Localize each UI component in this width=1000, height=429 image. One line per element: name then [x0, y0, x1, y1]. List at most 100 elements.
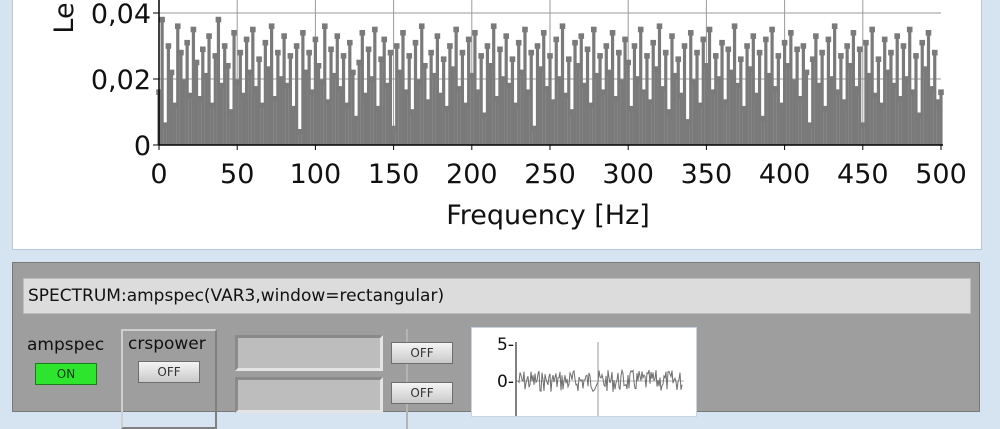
spectrum-bar [226, 65, 230, 145]
spectrum-bar [679, 95, 683, 145]
y-axis-label: Le [49, 2, 80, 33]
spectrum-bar [551, 102, 555, 145]
spectrum-bar [720, 42, 724, 146]
spectrum-bar [223, 46, 227, 145]
spectrum-bar [451, 69, 455, 145]
spectrum-bar [401, 32, 405, 145]
spectrum-bar [698, 105, 702, 145]
spectrum-bar [329, 49, 333, 145]
spectrum-point [597, 53, 603, 59]
spectrum-bar [707, 29, 712, 145]
spectrum-bar [463, 105, 468, 145]
spectrum-point [472, 30, 478, 36]
spectrum-bar [257, 59, 261, 146]
spectrum-bar [539, 69, 543, 145]
spectrum-bar [407, 55, 411, 145]
spectrum-bar [908, 29, 912, 145]
spectrum-point [781, 39, 788, 46]
spectrum-bar [589, 105, 593, 145]
spectrum-point [453, 26, 459, 33]
spectrum-bar [767, 75, 771, 145]
spectrum-point [540, 30, 547, 36]
spectrum-bar [582, 85, 587, 145]
spectrum-bar [714, 55, 718, 145]
spectrum-point [231, 30, 237, 36]
spectrum-bar [911, 92, 915, 145]
spectrum-bar [304, 72, 308, 145]
spectrum-point [625, 59, 631, 66]
spectrum-point [637, 26, 644, 33]
spectrum-bar [501, 79, 505, 145]
spectrum-bar [263, 42, 267, 146]
spectrum-bar [620, 82, 624, 145]
spectrum-point [459, 49, 466, 56]
toggle-3[interactable]: OFF [391, 342, 453, 364]
spectrum-point [497, 46, 503, 53]
spectrum-point [387, 49, 394, 56]
spectrum-bar [385, 85, 389, 145]
mini-y-tick-0: 0- [497, 372, 514, 392]
spectrum-point [750, 33, 757, 39]
spectrum-bar [323, 26, 327, 146]
spectrum-point [406, 53, 413, 59]
spectrum-bar [432, 75, 436, 145]
toggle-4[interactable]: OFF [391, 382, 453, 404]
spectrum-bar [823, 108, 827, 145]
spectrum-bar [808, 125, 812, 145]
spectrum-bar [798, 98, 802, 145]
spectrum-bar [579, 36, 583, 145]
spectrum-bar [210, 105, 214, 145]
spectrum-bar [901, 46, 906, 145]
spectrum-bar [654, 69, 658, 145]
spectrum-bar [285, 85, 289, 145]
formula-field[interactable]: SPECTRUM:ampspec(VAR3,window=rectangular… [23, 278, 971, 314]
spectrum-point [725, 46, 732, 53]
spectrum-point [938, 89, 944, 95]
spectrum-bar [191, 29, 196, 145]
spectrum-point [206, 33, 212, 39]
spectrum-point [250, 26, 256, 33]
spectrum-point [256, 56, 262, 62]
spectrum-bar [498, 49, 502, 145]
spectrum-point [738, 56, 744, 62]
crspower-toggle[interactable]: OFF [138, 361, 200, 383]
spectrum-bar [204, 75, 208, 145]
spectrum-point [509, 56, 516, 62]
spectrum-point [856, 46, 863, 53]
spectrum-point [193, 59, 200, 66]
spectrum-bar [288, 55, 292, 145]
spectrum-point [906, 26, 913, 33]
spectrum-bar [413, 42, 418, 146]
spectrum-point [881, 36, 888, 43]
spectrum-point [919, 39, 926, 46]
spectrum-bar [276, 52, 280, 145]
spectrum-bar [570, 112, 574, 145]
spectrum-bar [757, 52, 762, 145]
x-tick-label: 400 [759, 159, 811, 190]
spectrum-bar [858, 49, 862, 145]
spectrum-bar [567, 59, 571, 146]
spectrum-point [347, 39, 353, 46]
spectrum-point [694, 49, 700, 56]
spectrum-point [800, 43, 807, 49]
spectrum-point [925, 30, 932, 36]
x-tick-label: 450 [837, 159, 889, 190]
inset-field-2 [235, 377, 383, 413]
spectrum-bar [598, 55, 602, 145]
spectrum-point [225, 63, 231, 69]
spectrum-point [794, 46, 800, 53]
x-tick-label: 100 [290, 159, 342, 190]
spectrum-point [365, 46, 372, 53]
spectrum-bar [739, 59, 743, 146]
spectrum-point [190, 26, 197, 33]
ampspec-toggle[interactable]: ON [35, 363, 97, 385]
spectrum-point [681, 43, 688, 49]
spectrum-bar [629, 108, 633, 145]
spectrum-bar [229, 112, 233, 145]
spectrum-bar [879, 105, 884, 145]
spectrum-point [428, 49, 434, 56]
spectrum-point [159, 16, 165, 23]
spectrum-bar [235, 82, 239, 145]
spectrum-point [775, 53, 782, 59]
spectrum-bar [898, 98, 902, 145]
